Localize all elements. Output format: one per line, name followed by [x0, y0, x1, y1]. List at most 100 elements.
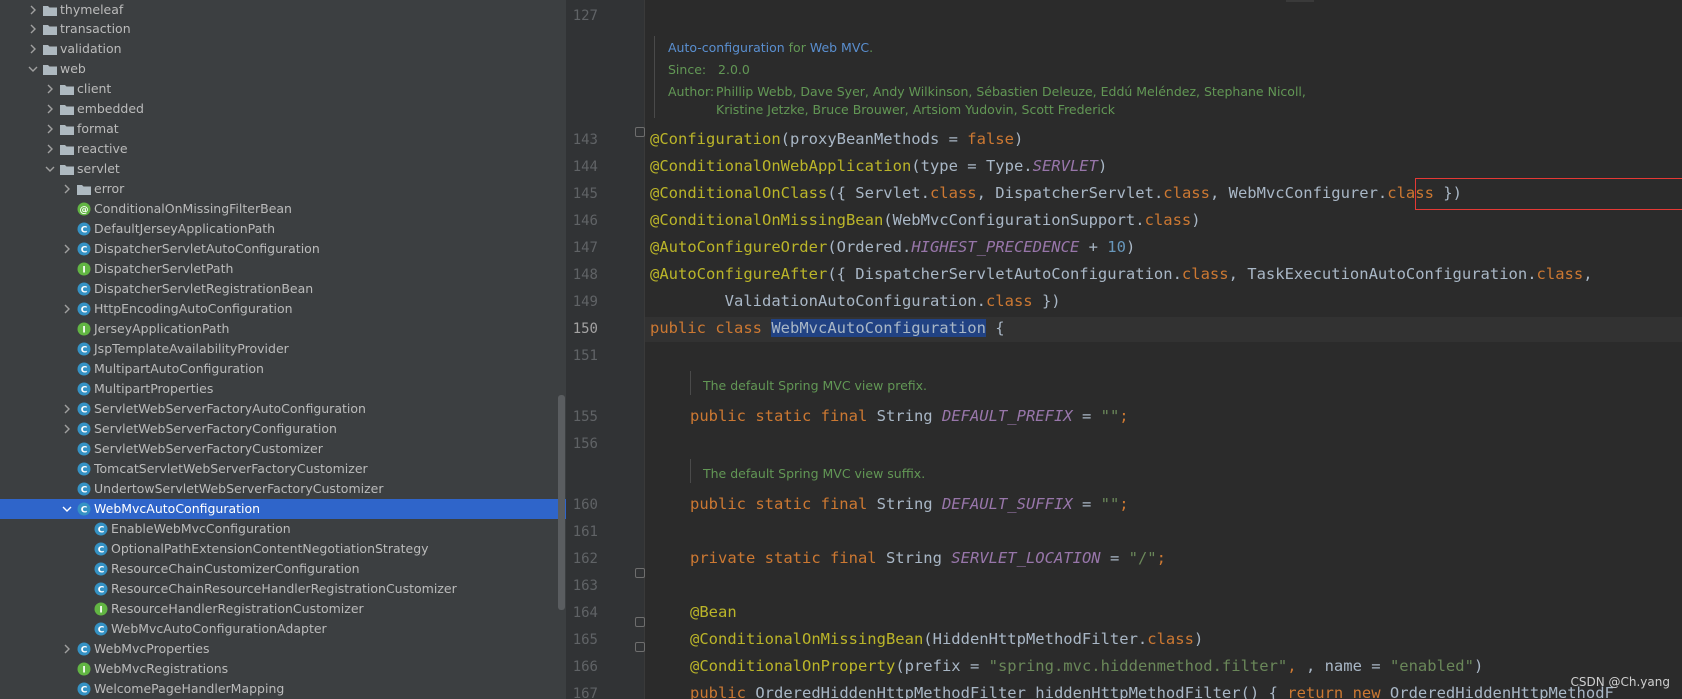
tree-item-label: ResourceChainCustomizerConfiguration: [111, 561, 360, 576]
interface-icon: I: [77, 262, 91, 276]
tree-item[interactable]: C WebMvcAutoConfiguration: [0, 499, 566, 519]
tree-item[interactable]: C JspTemplateAvailabilityProvider: [0, 339, 566, 359]
tree-item[interactable]: thymeleaf: [0, 0, 566, 20]
tree-item[interactable]: @ ConditionalOnMissingFilterBean: [0, 199, 566, 219]
tree-item[interactable]: I DispatcherServletPath: [0, 259, 566, 279]
tree-item[interactable]: validation: [0, 39, 566, 59]
fold-marker-icon[interactable]: [635, 617, 645, 627]
svg-text:C: C: [81, 446, 88, 456]
javadoc-bar: [690, 459, 691, 483]
fold-marker-icon[interactable]: [635, 127, 645, 137]
tree-item[interactable]: C TomcatServletWebServerFactoryCustomizer: [0, 459, 566, 479]
tree-item[interactable]: I JerseyApplicationPath: [0, 319, 566, 339]
tree-item[interactable]: C ServletWebServerFactoryAutoConfiguratio…: [0, 399, 566, 419]
svg-text:C: C: [98, 526, 105, 536]
tree-item[interactable]: C WebMvcProperties: [0, 639, 566, 659]
sidebar-scrollbar[interactable]: [558, 395, 565, 610]
javadoc-suffix: The default Spring MVC view suffix.: [703, 466, 926, 481]
tree-item-label: reactive: [77, 141, 128, 156]
tree-item[interactable]: C OptionalPathExtensionContentNegotiation…: [0, 539, 566, 559]
chevron-right-icon[interactable]: [28, 24, 38, 34]
interface-icon: I: [77, 322, 91, 336]
tree-item[interactable]: I WebMvcRegistrations: [0, 659, 566, 679]
class-icon: C: [77, 682, 91, 696]
line-number: 163: [572, 578, 598, 594]
chevron-right-icon[interactable]: [28, 5, 38, 15]
chevron-right-icon[interactable]: [62, 404, 72, 414]
tree-item[interactable]: I ResourceHandlerRegistrationCustomizer: [0, 599, 566, 619]
javadoc-link[interactable]: Web MVC: [810, 40, 869, 55]
chevron-down-icon[interactable]: [62, 504, 72, 514]
fold-marker-icon[interactable]: [635, 568, 645, 578]
svg-text:C: C: [81, 226, 88, 236]
chevron-right-icon[interactable]: [45, 84, 55, 94]
chevron-right-icon[interactable]: [62, 424, 72, 434]
line-number: 148: [572, 267, 598, 283]
chevron-right-icon[interactable]: [45, 104, 55, 114]
tree-item-label: EnableWebMvcConfiguration: [111, 521, 291, 536]
tree-item[interactable]: embedded: [0, 99, 566, 119]
tree-item[interactable]: C UndertowServletWebServerFactoryCustomiz…: [0, 479, 566, 499]
folder-icon: [77, 185, 91, 195]
tree-item[interactable]: client: [0, 79, 566, 99]
tree-item[interactable]: servlet: [0, 159, 566, 179]
chevron-right-icon[interactable]: [62, 184, 72, 194]
javadoc-link[interactable]: Auto-configuration: [668, 40, 785, 55]
tree-item[interactable]: C MultipartAutoConfiguration: [0, 359, 566, 379]
tree-item[interactable]: C ServletWebServerFactoryConfiguration: [0, 419, 566, 439]
chevron-right-icon[interactable]: [62, 304, 72, 314]
editor-top-marker: [1286, 0, 1314, 2]
class-icon: C: [77, 482, 91, 496]
line-number: 156: [572, 436, 598, 452]
chevron-right-icon[interactable]: [28, 44, 38, 54]
line-number: 155: [572, 409, 598, 425]
chevron-down-icon[interactable]: [45, 164, 55, 174]
tree-item-label: format: [77, 121, 119, 136]
code-line-165: @ConditionalOnMissingBean(HiddenHttpMeth…: [690, 630, 1204, 648]
line-number: 164: [572, 605, 598, 621]
tree-item[interactable]: web: [0, 59, 566, 79]
tree-item[interactable]: format: [0, 119, 566, 139]
tree-item[interactable]: C WelcomePageHandlerMapping: [0, 679, 566, 699]
tree-item-label: web: [60, 61, 86, 76]
tree-item[interactable]: C HttpEncodingAutoConfiguration: [0, 299, 566, 319]
tree-item-label: thymeleaf: [60, 2, 124, 17]
selected-class-name[interactable]: WebMvcAutoConfiguration: [771, 319, 986, 337]
tree-item-label: JspTemplateAvailabilityProvider: [94, 341, 289, 356]
tree-item[interactable]: C MultipartProperties: [0, 379, 566, 399]
chevron-right-icon[interactable]: [45, 144, 55, 154]
svg-text:C: C: [81, 686, 88, 696]
tree-item[interactable]: reactive: [0, 139, 566, 159]
class-icon: C: [77, 442, 91, 456]
chevron-right-icon[interactable]: [62, 644, 72, 654]
tree-item[interactable]: transaction: [0, 19, 566, 39]
tree-item-label: ConditionalOnMissingFilterBean: [94, 201, 292, 216]
tree-item[interactable]: C ServletWebServerFactoryCustomizer: [0, 439, 566, 459]
tree-item[interactable]: C EnableWebMvcConfiguration: [0, 519, 566, 539]
tree-item[interactable]: C ResourceChainCustomizerConfiguration: [0, 559, 566, 579]
tree-item[interactable]: C DefaultJerseyApplicationPath: [0, 219, 566, 239]
class-icon: C: [77, 222, 91, 236]
tree-item[interactable]: C DispatcherServletAutoConfiguration: [0, 239, 566, 259]
chevron-down-icon[interactable]: [28, 64, 38, 74]
tree-item[interactable]: C DispatcherServletRegistrationBean: [0, 279, 566, 299]
tree-item[interactable]: error: [0, 179, 566, 199]
tree-item-label: WebMvcProperties: [94, 641, 210, 656]
svg-text:I: I: [82, 266, 85, 276]
line-number: 150: [572, 321, 598, 337]
svg-text:C: C: [81, 426, 88, 436]
class-icon: C: [77, 342, 91, 356]
tree-item-label: DispatcherServletPath: [94, 261, 234, 276]
tree-item[interactable]: C WebMvcAutoConfigurationAdapter: [0, 619, 566, 639]
svg-text:C: C: [81, 646, 88, 656]
svg-text:@: @: [80, 206, 89, 216]
chevron-right-icon[interactable]: [45, 124, 55, 134]
class-icon: C: [94, 542, 108, 556]
tree-item[interactable]: C ResourceChainResourceHandlerRegistratio…: [0, 579, 566, 599]
fold-marker-icon[interactable]: [635, 642, 645, 652]
code-editor[interactable]: 127 143 144 145 146 147 148 149 150 151 155 156 160 1…: [566, 0, 1682, 699]
javadoc-authors-line: Phillip Webb, Dave Syer, Andy Wilkinson,…: [716, 84, 1306, 99]
chevron-right-icon[interactable]: [62, 244, 72, 254]
folder-icon: [60, 145, 74, 155]
svg-text:C: C: [81, 466, 88, 476]
